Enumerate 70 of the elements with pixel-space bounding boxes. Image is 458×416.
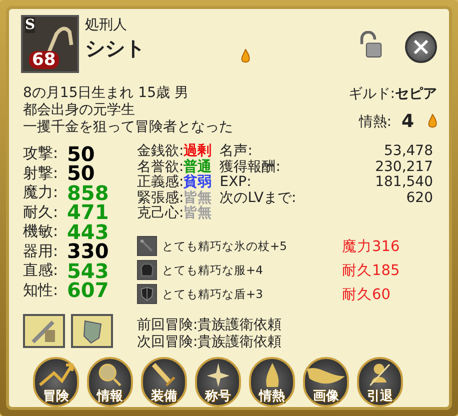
menu-button[interactable]: 引退 xyxy=(357,356,403,406)
stat-label: 耐久: xyxy=(23,202,60,222)
quest-label: 次回冒険: xyxy=(137,334,198,350)
trait-label: 名誉欲: xyxy=(137,158,184,174)
shield-icon xyxy=(137,284,157,304)
shirt-icon xyxy=(137,260,157,280)
equipment-bonus: 耐久185 xyxy=(342,262,400,280)
character-name: シシト xyxy=(85,35,146,62)
record-value: 53,478 xyxy=(384,144,433,160)
passion-label: 情熱: xyxy=(358,112,392,130)
menu-button[interactable]: 情報 xyxy=(87,356,133,406)
menu-button[interactable]: 装備 xyxy=(141,356,187,406)
staff-icon xyxy=(137,236,157,256)
bio-line: 一攫千金を狙って冒険者となった xyxy=(23,119,233,136)
lock-icon[interactable] xyxy=(359,31,383,59)
figure-icon xyxy=(370,362,390,386)
magnifier-icon xyxy=(98,362,122,386)
menu-button[interactable]: 情熱 xyxy=(249,356,295,406)
stat-label: 魔力: xyxy=(23,183,60,202)
sword-icon xyxy=(152,362,176,386)
quest-value: 貴族護衛依頼 xyxy=(198,316,282,332)
close-button[interactable] xyxy=(405,31,437,63)
stat-label: 射撃: xyxy=(23,164,60,183)
shield-icon[interactable] xyxy=(71,314,113,348)
record-label: EXP: xyxy=(220,175,252,190)
stat-label: 直感: xyxy=(23,261,60,280)
weapon-armor-icon[interactable] xyxy=(23,314,65,348)
record-label: 獲得報酬: xyxy=(220,160,280,175)
stat-label: 攻撃: xyxy=(23,144,60,164)
equipment-bonus: 魔力316 xyxy=(342,238,400,256)
level-badge: 68 xyxy=(29,51,59,69)
trait-label: 緊張感: xyxy=(137,190,184,206)
rank-label: S xyxy=(25,17,36,33)
trait-label: 正義感: xyxy=(137,174,184,190)
quest-label: 前回冒険: xyxy=(137,316,198,332)
guild-name: セピア xyxy=(395,86,437,102)
record-value: 620 xyxy=(406,190,433,206)
trait-value: 貧弱 xyxy=(184,174,212,190)
equipment-name: とても精巧な氷の杖+5 xyxy=(162,238,288,254)
close-icon xyxy=(413,39,429,55)
trait-value: 皆無 xyxy=(184,205,212,221)
flame-icon xyxy=(264,362,280,386)
flame-icon xyxy=(428,114,437,129)
quest-value: 貴族護衛依頼 xyxy=(198,334,282,350)
menu-button[interactable]: 画像 xyxy=(303,356,349,406)
stat-label: 知性: xyxy=(23,280,60,300)
bio-line: 8の月15日生まれ 15歳 男 xyxy=(23,85,190,102)
record-value: 181,540 xyxy=(375,175,433,190)
record-label: 次のLVまで: xyxy=(220,190,296,206)
passion-value: 4 xyxy=(401,111,414,132)
record-label: 名声: xyxy=(220,144,252,160)
equipment-name: とても精巧な服+4 xyxy=(162,262,264,278)
trait-value: 普通 xyxy=(184,158,212,174)
flame-icon xyxy=(241,49,250,64)
equipment-bonus: 耐久60 xyxy=(342,286,390,304)
arrow-icon xyxy=(38,362,74,386)
trait-label: 金銭欲: xyxy=(137,143,184,159)
trait-label: 克己心: xyxy=(137,205,184,221)
stat-label: 機敏: xyxy=(23,222,60,242)
menu-button[interactable]: 称号 xyxy=(195,356,241,406)
guild-label: ギルド: xyxy=(348,86,395,102)
trait-value: 過剰 xyxy=(184,143,212,159)
record-value: 230,217 xyxy=(375,160,433,175)
class-label: 処刑人 xyxy=(85,17,128,34)
trait-value: 皆無 xyxy=(184,190,212,206)
menu-button[interactable]: 冒険 xyxy=(33,356,79,406)
bio-line: 都会出身の元学生 xyxy=(23,102,136,119)
equipment-name: とても精巧な盾+3 xyxy=(162,286,264,302)
star-icon xyxy=(206,362,230,386)
stat-label: 器用: xyxy=(23,242,60,261)
